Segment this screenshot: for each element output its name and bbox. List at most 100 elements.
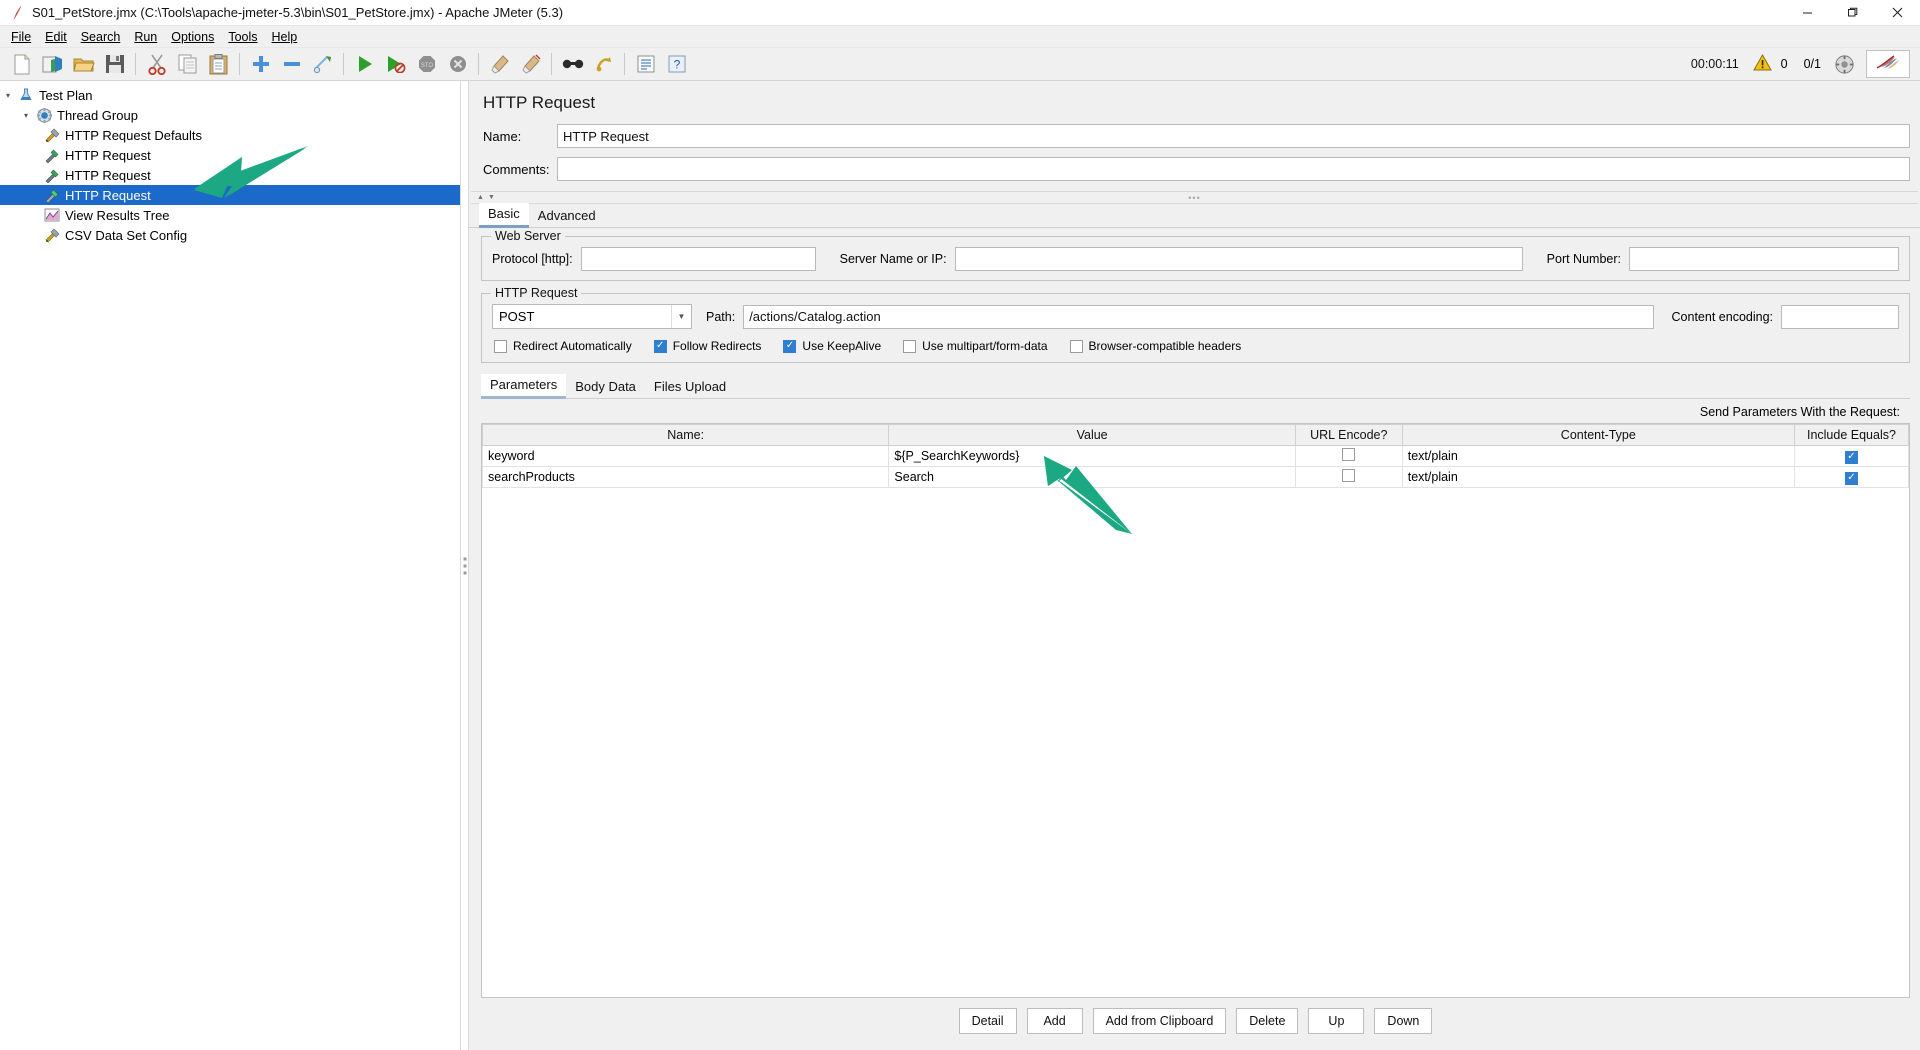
checkbox-follow-redirects[interactable]: Follow Redirects (653, 339, 761, 353)
table-row[interactable]: searchProducts Search text/plain (482, 466, 1909, 488)
tree-item-test-plan[interactable]: ▾ Test Plan (0, 85, 460, 105)
checkbox-use-keepalive[interactable]: Use KeepAlive (783, 339, 881, 353)
method-dropdown[interactable]: POST ▼ (492, 304, 692, 329)
detail-button[interactable]: Detail (958, 1008, 1017, 1034)
drag-dots-icon[interactable]: ••• (1188, 193, 1200, 203)
protocol-input[interactable] (580, 247, 816, 271)
expand-all-icon[interactable] (245, 50, 276, 78)
tree-item-thread-group[interactable]: ▾ Thread Group (0, 105, 460, 125)
table-row[interactable]: keyword ${P_SearchKeywords} text/plain (482, 445, 1909, 467)
add-button[interactable]: Add (1026, 1008, 1083, 1034)
tree-item-http-request-1[interactable]: HTTP Request (0, 145, 460, 165)
name-input[interactable] (557, 124, 1910, 148)
start-icon[interactable] (349, 50, 380, 78)
parameters-table-container[interactable]: Name: Value URL Encode? Content-Type Inc… (481, 423, 1910, 998)
checkbox-box[interactable] (1342, 448, 1356, 461)
close-button[interactable] (1875, 0, 1920, 26)
collapse-arrows[interactable]: ▲ ▼ (471, 194, 495, 201)
help-icon[interactable]: ? (661, 50, 692, 78)
section-collapse-strip[interactable]: ▲ ▼ ••• (471, 191, 1918, 204)
menu-file[interactable]: File (4, 28, 38, 46)
test-plan-tree[interactable]: ▾ Test Plan ▾ Thread Group HTTP Request … (0, 81, 460, 1050)
chevron-down-icon[interactable]: ▼ (671, 305, 691, 328)
column-header-value[interactable]: Value (888, 424, 1296, 446)
column-header-include-equals[interactable]: Include Equals? (1793, 424, 1909, 446)
cell-param-value[interactable]: Search (888, 466, 1296, 488)
copy-icon[interactable] (172, 50, 203, 78)
chevron-down-icon[interactable]: ▾ (18, 111, 34, 120)
checkbox-box[interactable] (1342, 469, 1356, 482)
open-icon[interactable] (68, 50, 99, 78)
delete-button[interactable]: Delete (1236, 1008, 1299, 1034)
checkbox-box[interactable] (653, 339, 667, 353)
cell-include-equals[interactable] (1793, 466, 1909, 488)
checkbox-redirect-automatically[interactable]: Redirect Automatically (494, 339, 632, 353)
tree-item-http-request-3-selected[interactable]: HTTP Request (0, 185, 460, 205)
minimize-button[interactable] (1785, 0, 1830, 26)
new-icon[interactable] (6, 50, 37, 78)
checkbox-box[interactable] (783, 339, 797, 353)
tree-item-http-request-defaults[interactable]: HTTP Request Defaults (0, 125, 460, 145)
tab-body-data[interactable]: Body Data (566, 376, 645, 398)
checkbox-box[interactable] (494, 339, 507, 353)
cell-content-type[interactable]: text/plain (1401, 466, 1795, 488)
tab-parameters[interactable]: Parameters (481, 374, 567, 399)
chevron-down-icon[interactable]: ▾ (0, 91, 16, 100)
checkbox-box[interactable] (1844, 471, 1858, 485)
function-helper-icon[interactable] (630, 50, 661, 78)
stop-icon[interactable]: STO (411, 50, 442, 78)
shutdown-icon[interactable] (442, 50, 473, 78)
tree-item-view-results-tree[interactable]: View Results Tree (0, 205, 460, 225)
port-number-input[interactable] (1629, 247, 1899, 271)
tree-item-csv-data-set-config[interactable]: CSV Data Set Config (0, 225, 460, 245)
menu-help[interactable]: Help (265, 28, 305, 46)
chevron-down-icon[interactable]: ▼ (488, 194, 495, 201)
clear-all-icon[interactable] (515, 50, 546, 78)
error-indicator-icon[interactable] (1835, 54, 1854, 74)
save-icon[interactable] (99, 50, 130, 78)
cell-include-equals[interactable] (1793, 445, 1909, 467)
cell-param-name[interactable]: keyword (482, 445, 890, 467)
toggle-icon[interactable] (307, 50, 338, 78)
up-button[interactable]: Up (1308, 1008, 1365, 1034)
down-button[interactable]: Down (1374, 1008, 1433, 1034)
cell-content-type[interactable]: text/plain (1401, 445, 1795, 467)
menu-edit[interactable]: Edit (38, 28, 74, 46)
tab-basic[interactable]: Basic (479, 203, 529, 228)
checkbox-use-multipart-form-data[interactable]: Use multipart/form-data (903, 339, 1048, 353)
cell-param-value[interactable]: ${P_SearchKeywords} (888, 445, 1296, 467)
maximize-button[interactable] (1830, 0, 1875, 26)
cell-url-encode[interactable] (1294, 466, 1403, 488)
menu-run[interactable]: Run (127, 28, 164, 46)
panel-splitter[interactable] (460, 81, 469, 1050)
chevron-up-icon[interactable]: ▲ (477, 194, 484, 201)
cell-param-name[interactable]: searchProducts (482, 466, 890, 488)
checkbox-box[interactable] (1844, 450, 1858, 464)
menu-options[interactable]: Options (164, 28, 221, 46)
content-encoding-input[interactable] (1781, 304, 1899, 329)
jmeter-logo-button[interactable] (1866, 50, 1910, 78)
menu-tools[interactable]: Tools (221, 28, 264, 46)
search-icon[interactable] (557, 50, 588, 78)
splitter-grip[interactable] (463, 557, 466, 574)
paste-icon[interactable] (203, 50, 234, 78)
tree-item-http-request-2[interactable]: HTTP Request (0, 165, 460, 185)
menu-search[interactable]: Search (74, 28, 128, 46)
column-header-name[interactable]: Name: (482, 424, 890, 446)
column-header-url-encode[interactable]: URL Encode? (1294, 424, 1403, 446)
tab-advanced[interactable]: Advanced (529, 205, 605, 227)
path-input[interactable] (743, 304, 1654, 329)
column-header-content-type[interactable]: Content-Type (1401, 424, 1795, 446)
cut-icon[interactable] (141, 50, 172, 78)
checkbox-box[interactable] (1069, 339, 1083, 353)
cell-url-encode[interactable] (1294, 445, 1403, 467)
comments-input[interactable] (557, 157, 1910, 181)
clear-icon[interactable] (484, 50, 515, 78)
start-no-pauses-icon[interactable] (380, 50, 411, 78)
tab-files-upload[interactable]: Files Upload (645, 376, 735, 398)
server-name-input[interactable] (954, 247, 1523, 271)
collapse-all-icon[interactable] (276, 50, 307, 78)
add-from-clipboard-button[interactable]: Add from Clipboard (1092, 1008, 1227, 1034)
warning-indicator[interactable]: 0 (1752, 53, 1788, 74)
checkbox-box[interactable] (903, 339, 917, 353)
